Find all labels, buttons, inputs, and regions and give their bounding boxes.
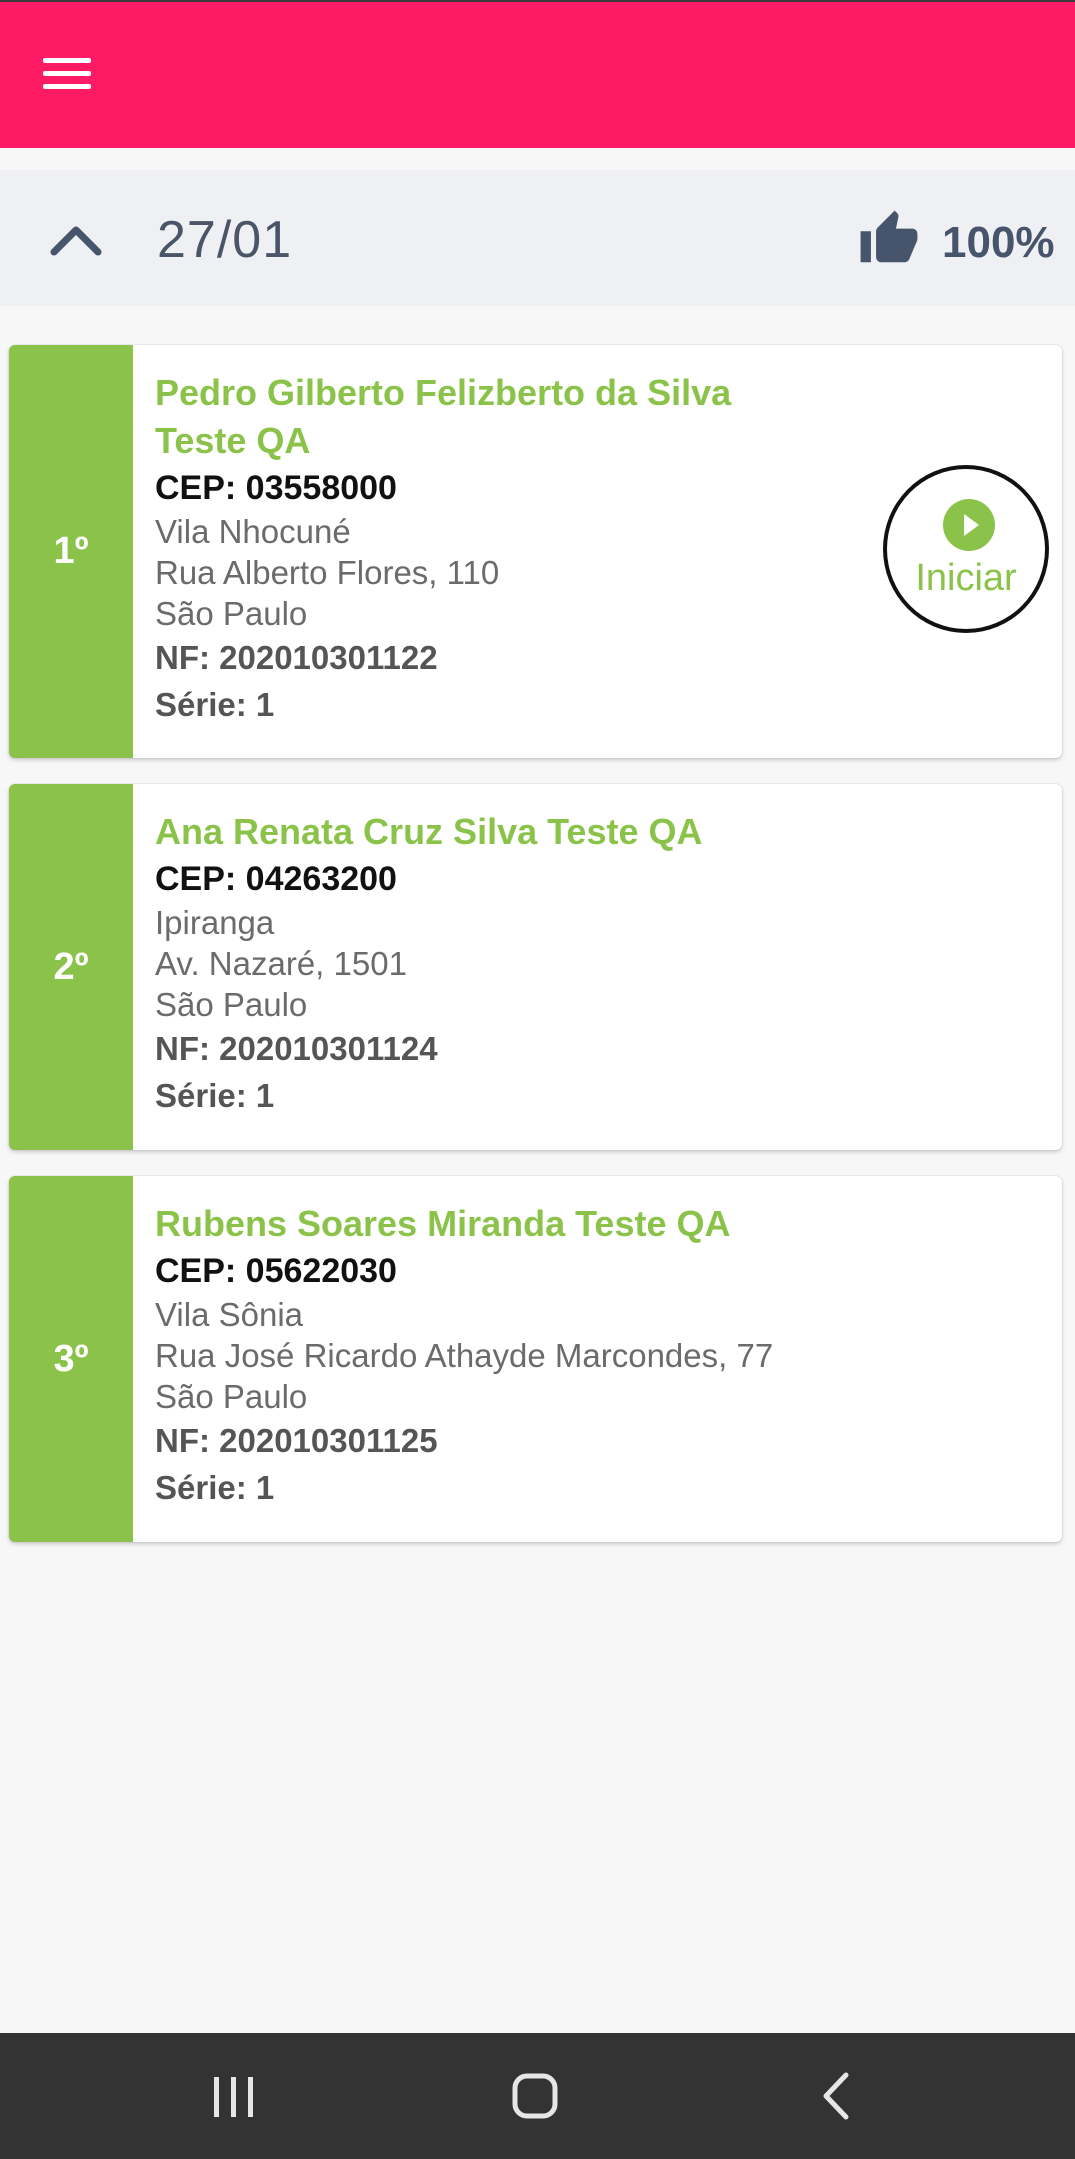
delivery-order: 3º bbox=[9, 1176, 133, 1542]
start-label: Iniciar bbox=[915, 557, 1017, 599]
invoice-number: NF: 202010301125 bbox=[155, 1422, 438, 1459]
delivery-order: 2º bbox=[9, 784, 133, 1150]
cep: CEP: 05622030 bbox=[155, 1252, 397, 1290]
customer-name: Ana Renata Cruz Silva Teste QA bbox=[155, 811, 703, 852]
delivery-card[interactable]: 2º Ana Renata Cruz Silva Teste QA CEP: 0… bbox=[9, 784, 1062, 1150]
back-icon[interactable] bbox=[798, 2063, 878, 2129]
customer-name: Pedro Gilberto Felizberto da Silva Teste… bbox=[155, 372, 732, 461]
invoice-number: NF: 202010301122 bbox=[155, 639, 438, 676]
delivery-details: Ana Renata Cruz Silva Teste QA CEP: 0426… bbox=[155, 808, 1042, 1119]
completion-percent: 100% bbox=[942, 218, 1055, 267]
recent-apps-icon[interactable] bbox=[194, 2063, 274, 2129]
neighborhood: Ipiranga bbox=[155, 904, 275, 941]
system-nav-bar bbox=[0, 2033, 1075, 2159]
invoice-series: Série: 1 bbox=[155, 686, 275, 723]
invoice-series: Série: 1 bbox=[155, 1469, 275, 1506]
app-bar bbox=[0, 0, 1075, 148]
invoice-number: NF: 202010301124 bbox=[155, 1030, 438, 1067]
delivery-card[interactable]: 3º Rubens Soares Miranda Teste QA CEP: 0… bbox=[9, 1176, 1062, 1542]
route-date: 27/01 bbox=[157, 211, 293, 269]
home-icon[interactable] bbox=[495, 2063, 575, 2129]
hamburger-menu-icon[interactable] bbox=[40, 54, 94, 94]
delivery-details: Rubens Soares Miranda Teste QA CEP: 0562… bbox=[155, 1200, 1042, 1511]
invoice-series: Série: 1 bbox=[155, 1077, 275, 1114]
delivery-order: 1º bbox=[9, 345, 133, 758]
street-address: Av. Nazaré, 1501 bbox=[155, 945, 407, 982]
street-address: Rua José Ricardo Athayde Marcondes, 77 bbox=[155, 1337, 774, 1374]
cep: CEP: 04263200 bbox=[155, 860, 397, 898]
city: São Paulo bbox=[155, 986, 308, 1023]
play-icon bbox=[943, 499, 995, 551]
city: São Paulo bbox=[155, 1378, 308, 1415]
customer-name: Rubens Soares Miranda Teste QA bbox=[155, 1203, 731, 1244]
start-delivery-button[interactable]: Iniciar bbox=[883, 465, 1049, 633]
neighborhood: Vila Sônia bbox=[155, 1296, 304, 1333]
thumbs-up-icon bbox=[858, 208, 920, 270]
date-header: 27/01 100% bbox=[0, 170, 1075, 306]
chevron-up-icon[interactable] bbox=[46, 210, 106, 266]
delivery-card[interactable]: 1º Pedro Gilberto Felizberto da Silva Te… bbox=[9, 345, 1062, 758]
